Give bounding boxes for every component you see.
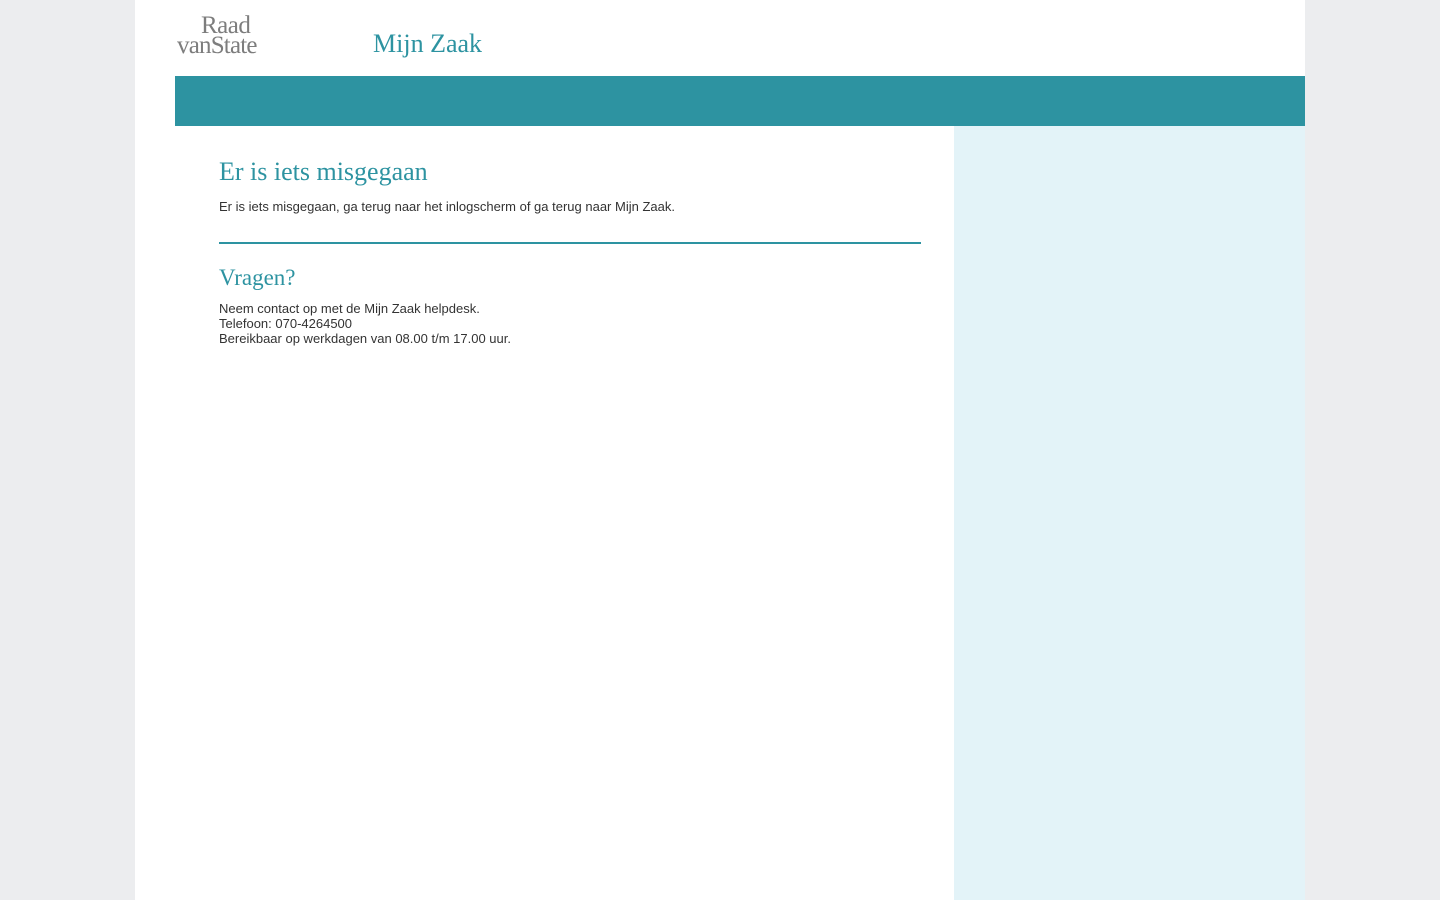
nav-bar: [175, 76, 1305, 126]
page-container: Raad vanState Mijn Zaak Er is iets misge…: [135, 0, 1305, 900]
header: Raad vanState Mijn Zaak: [135, 0, 1305, 76]
help-line-contact: Neem contact op met de Mijn Zaak helpdes…: [219, 301, 480, 316]
help-line-hours: Bereikbaar op werkdagen van 08.00 t/m 17…: [219, 331, 511, 346]
help-line-phone: Telefoon: 070-4264500: [219, 316, 353, 331]
error-title: Er is iets misgegaan: [219, 157, 428, 186]
logo-line-2: vanState: [177, 32, 257, 59]
raad-van-state-logo[interactable]: Raad vanState: [177, 12, 277, 62]
help-info: Neem contact op met de Mijn Zaak helpdes…: [219, 301, 511, 346]
sidebar: [954, 126, 1305, 900]
section-divider: [219, 242, 921, 244]
help-title: Vragen?: [219, 265, 296, 290]
error-message: Er is iets misgegaan, ga terug naar het …: [219, 199, 675, 214]
app-title: Mijn Zaak: [373, 29, 483, 58]
